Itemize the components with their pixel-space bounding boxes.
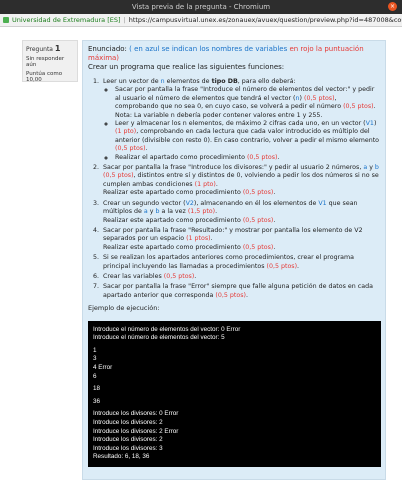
console-line: 1 xyxy=(93,346,97,354)
text-fragment: Crear las variables xyxy=(103,272,164,280)
points-label: (1 pto) xyxy=(194,180,216,188)
intro-blue-note: ( en azul se indican los nombres de vari… xyxy=(129,45,288,53)
points-label: (0,5 ptos) xyxy=(242,189,274,197)
text-fragment: Sacar por pantalla la frase "Introduce l… xyxy=(103,164,364,172)
requirement-item: Sacar por pantalla la frase "Resultado:"… xyxy=(101,227,380,252)
sub-requirements: Sacar por pantalla la frase "Introduce e… xyxy=(115,86,380,162)
variable-name: V1 xyxy=(318,199,327,207)
question-number: Pregunta 1 xyxy=(26,44,74,53)
question-marks: Puntúa como 10,00 xyxy=(26,71,63,83)
text-fragment: , comprobando en cada lectura que cada v… xyxy=(115,128,380,144)
console-line: 3 xyxy=(93,355,97,363)
console-line: Resultado: 6, 18, 36 xyxy=(93,453,150,461)
question-number-value: 1 xyxy=(54,44,61,53)
text-fragment: Realizar este apartado como procedimient… xyxy=(103,189,243,197)
requirement-item: Si se realizan los apartados anteriores … xyxy=(101,254,380,271)
text-fragment: . xyxy=(210,235,213,243)
url-text[interactable]: https://campusvirtual.unex.es/zonauex/av… xyxy=(129,16,402,24)
text-fragment: . xyxy=(277,153,280,161)
console-line: Introduce los divisores: 2 xyxy=(93,436,163,444)
sub-requirement-item: Sacar por pantalla la frase "Introduce e… xyxy=(115,86,380,120)
close-window-icon[interactable]: × xyxy=(388,2,397,11)
points-label: (0,5 ptos) xyxy=(304,94,335,102)
points-label: (0,5 ptos) xyxy=(242,216,274,224)
requirement-item: Sacar por pantalla la frase "Error" siem… xyxy=(101,283,380,300)
text-fragment: Realizar este apartado como procedimient… xyxy=(103,216,243,224)
console-line: Introduce los divisores: 0 Error xyxy=(93,410,179,418)
text-fragment: Leer y almacenar los n elementos, de máx… xyxy=(115,120,366,128)
points-label: (1 ptos) xyxy=(186,235,211,243)
text-fragment: ) xyxy=(373,120,377,128)
console-line: 4 Error xyxy=(93,363,113,371)
question-text-panel: Enunciado: ( en azul se indican los nomb… xyxy=(82,40,386,480)
console-output: Introduce el número de elementos del vec… xyxy=(88,320,381,467)
text-fragment: . xyxy=(273,243,276,251)
address-separator: | xyxy=(123,16,126,24)
text-fragment: . xyxy=(273,189,276,197)
text-fragment: . xyxy=(215,180,218,188)
text-fragment: , distintos entre sí y distintos de 0, v… xyxy=(103,172,379,188)
question-info-panel: Pregunta 1 Sin responder aún Puntúa como… xyxy=(22,40,78,83)
points-label: (0,5 ptos) xyxy=(215,291,246,299)
window-title: Vista previa de la pregunta - Chromium xyxy=(131,3,271,11)
points-label: (0,5 ptos) xyxy=(163,272,195,280)
console-line: Introduce el número de elementos del vec… xyxy=(93,325,241,333)
text-fragment: Leer un vector de xyxy=(103,78,161,85)
text-fragment: , para ello deberá: xyxy=(237,78,296,85)
requirements-list: Leer un vector de n elementos de tipo DB… xyxy=(101,78,380,300)
requirement-item: Crear las variables (0,5 ptos). xyxy=(101,273,380,281)
points-label: (1 pto) xyxy=(115,128,137,136)
points-label: (0,5 ptos) xyxy=(103,172,134,180)
question-layout: Pregunta 1 Sin responder aún Puntúa como… xyxy=(22,40,386,480)
text-fragment: . xyxy=(245,291,248,299)
text-fragment: a la vez xyxy=(159,208,188,216)
sub-requirement-item: Realizar el apartado como procedimiento … xyxy=(115,154,380,162)
console-line: 36 xyxy=(93,397,101,405)
question-header: Enunciado: ( en azul se indican los nomb… xyxy=(88,45,380,72)
text-fragment: y xyxy=(367,164,375,172)
text-fragment: . xyxy=(273,216,276,224)
text-fragment: Sacar por pantalla la frase "Resultado:"… xyxy=(103,226,363,243)
text-fragment: Si se realizan los apartados anteriores … xyxy=(103,254,355,270)
text-fragment: . xyxy=(215,208,218,216)
points-label: (0,5 ptos) xyxy=(343,103,374,111)
example-label: Ejemplo de ejecución: xyxy=(88,304,160,313)
address-bar[interactable]: Universidad de Extremadura [ES] | https:… xyxy=(0,14,402,27)
requirement-item: Sacar por pantalla la frase "Introduce l… xyxy=(101,164,380,198)
points-label: (0,5 ptos) xyxy=(246,153,278,161)
text-fragment: . xyxy=(297,262,300,270)
question-status: Sin responder aún xyxy=(26,56,65,68)
text-fragment: . xyxy=(145,145,148,153)
sub-requirement-item: Leer y almacenar los n elementos, de máx… xyxy=(115,120,380,154)
variable-name: V2 xyxy=(185,199,194,207)
text-fragment: Realizar este apartado como procedimient… xyxy=(103,243,243,251)
requirement-item: Crear un segundo vector (V2), almacenand… xyxy=(101,200,380,225)
lock-icon xyxy=(3,17,9,23)
console-line: Introduce el número de elementos del vec… xyxy=(93,334,225,342)
console-line: Introduce los divisores: 2 xyxy=(93,418,163,426)
text-fragment: Realizar el apartado como procedimiento xyxy=(115,153,247,161)
text-fragment: Crear un segundo vector ( xyxy=(103,199,186,207)
console-line: Introduce los divisores: 3 xyxy=(93,444,163,452)
console-line: 18 xyxy=(93,385,101,393)
points-label: (0,5 ptos) xyxy=(266,262,298,270)
enunciado-label: Enunciado: xyxy=(88,45,127,53)
question-subtitle: Crear un programa que realice las siguie… xyxy=(88,63,285,71)
points-label: (0,5 ptos) xyxy=(242,243,274,251)
console-line: 6 xyxy=(93,372,97,380)
variable-name: b xyxy=(374,164,379,172)
text-fragment: tipo DB xyxy=(211,78,238,85)
requirement-item: Leer un vector de n elementos de tipo DB… xyxy=(101,78,380,162)
text-fragment: . xyxy=(194,272,197,280)
variable-name: V1 xyxy=(365,120,374,128)
console-line: Introduce los divisores: 2 Error xyxy=(93,427,179,435)
text-fragment: elementos de xyxy=(164,78,212,85)
text-fragment: ), almacenando en él los elementos de xyxy=(193,199,319,207)
site-identity[interactable]: Universidad de Extremadura [ES] xyxy=(12,16,121,24)
page-viewport: Pregunta 1 Sin responder aún Puntúa como… xyxy=(0,27,402,480)
window-titlebar: Vista previa de la pregunta - Chromium × xyxy=(0,0,402,14)
points-label: (0,5 ptos) xyxy=(115,145,146,153)
points-label: (1,5 pto) xyxy=(187,208,216,216)
question-label: Pregunta xyxy=(26,46,53,53)
